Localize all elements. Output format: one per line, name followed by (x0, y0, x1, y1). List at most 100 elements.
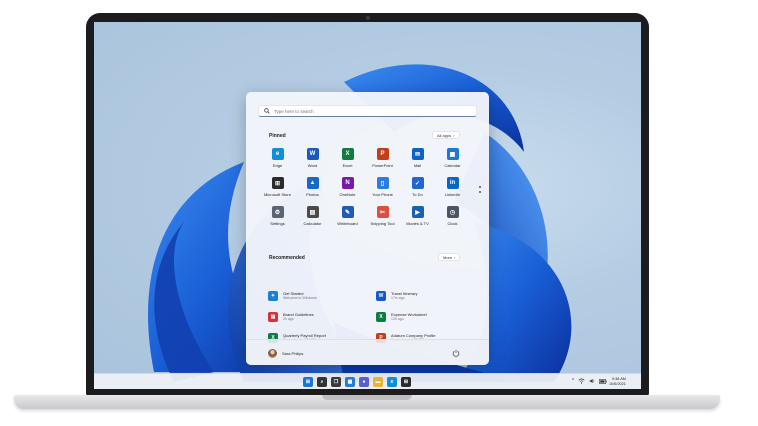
wifi-icon[interactable] (578, 378, 585, 384)
excel-doc-icon: X (376, 311, 386, 322)
pinned-app-excel[interactable]: X Excel (330, 148, 365, 168)
search-input[interactable] (274, 108, 454, 114)
pinned-app-label: Movies & TV (406, 221, 429, 226)
laptop-lid: Pinned All apps › e Edge W Word X Excel P Power… (86, 13, 649, 397)
laptop-base (14, 395, 720, 409)
pinned-app-whiteboard[interactable]: ✎ Whiteboard (330, 206, 365, 226)
all-apps-button[interactable]: All apps › (432, 131, 460, 139)
pinned-apps-grid: e Edge W Word X Excel P PowerPoint ✉ Mail ▦ Calenda… (260, 148, 470, 226)
search-box[interactable] (258, 105, 477, 117)
pinned-app-label: Microsoft Store (264, 192, 291, 197)
taskbar-file-explorer-button[interactable]: ▬ (373, 377, 383, 387)
desktop: Pinned All apps › e Edge W Word X Excel P Power… (94, 22, 641, 389)
recommended-item[interactable]: W Travel Itinerary 17m ago (376, 288, 484, 303)
taskbar-start-button[interactable]: ⊞ (303, 377, 313, 387)
pinned-app-calculator[interactable]: ▤ Calculator (295, 206, 330, 226)
pinned-app-to-do[interactable]: ✓ To Do (400, 177, 435, 197)
phone-icon: ▯ (376, 177, 389, 189)
pinned-app-microsoft-store[interactable]: ⊞ Microsoft Store (260, 177, 295, 197)
pinned-app-label: Calendar (444, 163, 461, 168)
recommended-item-subtitle: 12h ago (391, 316, 404, 321)
page-dot (479, 186, 481, 188)
taskbar-clock[interactable]: 9:38 AM 10/6/2021 (609, 377, 626, 387)
pinned-app-linkedin[interactable]: in LinkedIn (435, 177, 470, 197)
more-button[interactable]: More › (438, 253, 461, 261)
pinned-app-label: OneNote (339, 192, 356, 197)
system-tray[interactable]: ^ (572, 378, 608, 384)
pinned-app-word[interactable]: W Word (295, 148, 330, 168)
calculator-icon: ▤ (306, 206, 319, 218)
onenote-icon: N (341, 177, 354, 189)
movies-tv-icon: ▶ (411, 206, 424, 218)
recommended-item-text: Brand Guidelines 2h ago (283, 312, 314, 322)
taskbar-edge-button[interactable]: e (387, 377, 397, 387)
pinned-app-edge[interactable]: e Edge (260, 148, 295, 168)
pinned-app-your-phone[interactable]: ▯ Your Phone (365, 177, 400, 197)
pinned-app-label: Whiteboard (337, 221, 358, 226)
mail-icon: ✉ (411, 148, 424, 160)
taskbar-search-button[interactable]: ⌕ (317, 377, 327, 387)
word-doc-icon: W (376, 290, 386, 301)
taskbar-store-button[interactable]: ⊞ (401, 377, 411, 387)
pinned-app-settings[interactable]: ⚙ Settings (260, 206, 295, 226)
recommended-item[interactable]: X Expense Worksheet 12h ago (376, 309, 484, 324)
pinned-app-label: Word (307, 163, 318, 168)
recommended-title: Recommended (269, 255, 305, 261)
pinned-app-powerpoint[interactable]: P PowerPoint (365, 148, 400, 168)
clock-icon: ◷ (446, 206, 459, 218)
start-menu: Pinned All apps › e Edge W Word X Excel P Power… (246, 92, 489, 365)
pinned-app-label: Calculator (303, 221, 322, 226)
recommended-item-subtitle: 17m ago (391, 295, 405, 300)
recommended-item-subtitle: Welcome to Windows (283, 295, 317, 300)
search-icon (264, 108, 270, 114)
todo-icon: ✓ (411, 177, 424, 189)
pinned-app-onenote[interactable]: N OneNote (330, 177, 365, 197)
task-view-icon: ❐ (333, 379, 339, 385)
pinned-app-label: Photos (306, 192, 319, 197)
chat-icon: ● (362, 379, 366, 385)
recommended-item[interactable]: ✦ Get Started Welcome to Windows (268, 288, 376, 303)
chevron-right-icon: › (453, 132, 455, 138)
pinned-app-clock[interactable]: ◷ Clock (435, 206, 470, 226)
start-menu-footer: Sara Philips (246, 339, 489, 365)
pinned-app-label: Excel (342, 163, 353, 168)
pinned-app-calendar[interactable]: ▦ Calendar (435, 148, 470, 168)
taskbar: ⊞ ⌕ ❐ ▦ ● ▬ e ⊞ ^ 9:38 AM 10/6/2021 (94, 373, 641, 389)
pinned-app-movies-tv[interactable]: ▶ Movies & TV (400, 206, 435, 226)
recommended-item-text: Travel Itinerary 17m ago (391, 291, 418, 301)
taskbar-task-view-button[interactable]: ❐ (331, 377, 341, 387)
pinned-app-label: Edge (272, 163, 283, 168)
recommended-item-text: Get Started Welcome to Windows (283, 291, 317, 301)
power-icon[interactable] (452, 349, 460, 357)
taskbar-chat-button[interactable]: ● (359, 377, 369, 387)
taskbar-apps: ⊞ ⌕ ❐ ▦ ● ▬ e ⊞ (303, 377, 411, 387)
edge-icon: e (271, 148, 284, 160)
pdf-icon: ▤ (268, 311, 278, 322)
pinned-app-label: LinkedIn (444, 192, 461, 197)
webcam (365, 16, 370, 20)
pinned-app-label: Snipping Tool (370, 221, 395, 226)
avatar[interactable] (268, 349, 277, 358)
taskbar-widgets-button[interactable]: ▦ (345, 377, 355, 387)
pinned-app-snipping-tool[interactable]: ✂ Snipping Tool (365, 206, 400, 226)
windows-start-icon: ⊞ (305, 379, 311, 385)
clock-date: 10/6/2021 (609, 382, 626, 386)
snipping-tool-icon: ✂ (376, 206, 389, 218)
battery-icon[interactable] (599, 378, 608, 384)
recommended-list: ✦ Get Started Welcome to Windows W Travel It… (268, 288, 478, 345)
pinned-app-mail[interactable]: ✉ Mail (400, 148, 435, 168)
pinned-app-label: PowerPoint (372, 163, 393, 168)
pinned-app-photos[interactable]: ▲ Photos (295, 177, 330, 197)
user-name[interactable]: Sara Philips (282, 351, 303, 356)
whiteboard-icon: ✎ (341, 206, 354, 218)
chevron-up-icon[interactable]: ^ (572, 378, 574, 384)
recommended-item-text: Expense Worksheet 12h ago (391, 312, 427, 322)
pinned-app-label: Clock (447, 221, 458, 226)
word-icon: W (306, 148, 319, 160)
volume-icon[interactable] (589, 378, 595, 384)
pinned-app-label: Mail (413, 163, 422, 168)
pinned-app-label: Settings (270, 221, 285, 226)
page-indicator[interactable] (479, 186, 481, 193)
laptop-scene: Pinned All apps › e Edge W Word X Excel P Power… (0, 0, 758, 426)
recommended-item[interactable]: ▤ Brand Guidelines 2h ago (268, 309, 376, 324)
